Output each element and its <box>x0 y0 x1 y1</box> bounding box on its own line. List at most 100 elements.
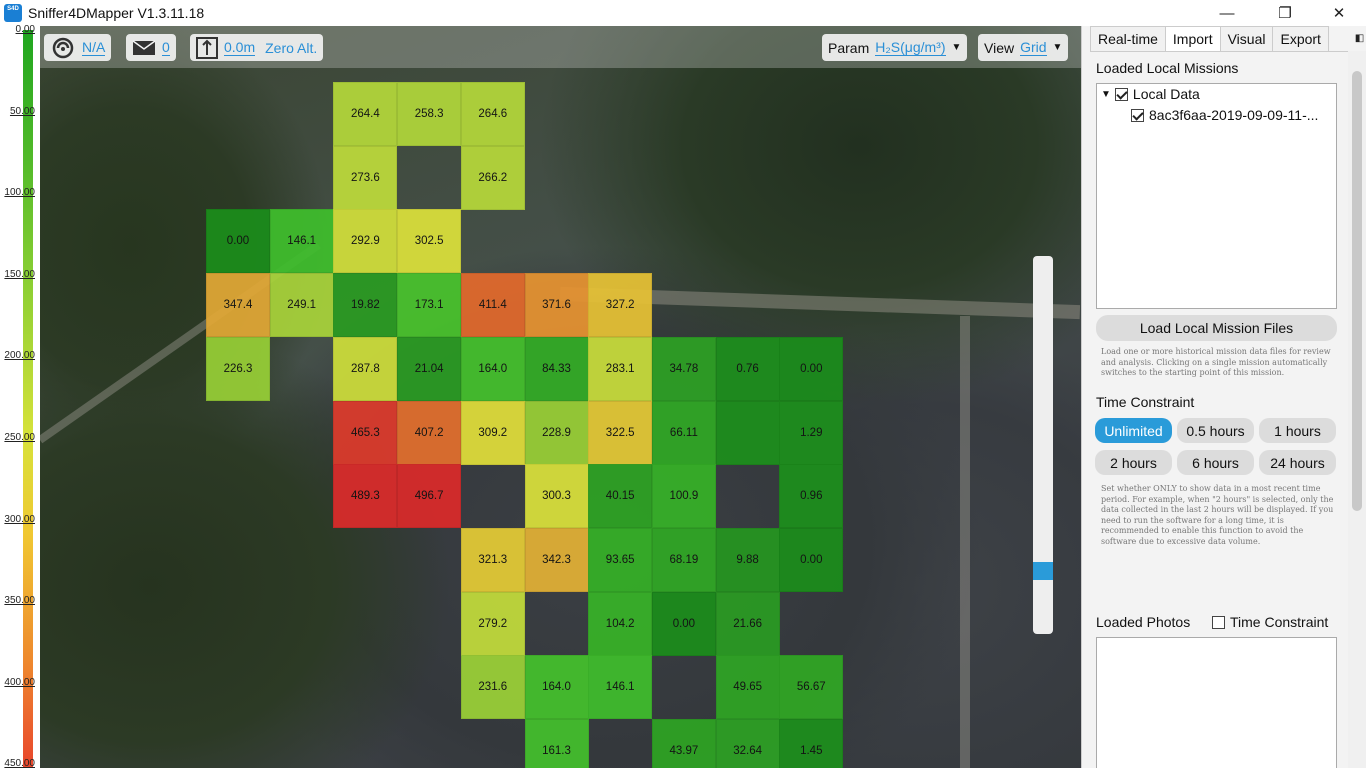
load-mission-button[interactable]: Load Local Mission Files <box>1096 315 1337 341</box>
grid-cell[interactable]: 146.1 <box>269 209 334 274</box>
grid-cell[interactable]: 273.6 <box>333 145 398 210</box>
missions-tree[interactable]: ▼ Local Data 8ac3f6aa-2019-09-09-11-... <box>1096 83 1337 309</box>
grid-cell[interactable]: 40.15 <box>588 464 653 529</box>
time-button[interactable]: 6 hours <box>1177 450 1254 475</box>
grid-cell[interactable]: 407.2 <box>397 400 462 465</box>
grid-cell[interactable]: 228.9 <box>524 400 589 465</box>
grid-cell[interactable]: 283.1 <box>588 336 653 401</box>
grid-cell[interactable]: 34.78 <box>651 336 716 401</box>
tab-scroll-button[interactable]: ◧ <box>1352 26 1366 51</box>
grid-cell[interactable]: 226.3 <box>206 336 270 401</box>
grid-cell[interactable]: 66.11 <box>651 400 716 465</box>
tab-visual[interactable]: Visual <box>1219 26 1274 51</box>
title-bar: S4D Sniffer4DMapper V1.3.11.18 — ❐ ✕ <box>0 0 1366 26</box>
panel-scrollbar-thumb[interactable] <box>1352 71 1362 511</box>
zoom-slider[interactable] <box>1033 256 1053 634</box>
message-indicator[interactable]: 0 <box>126 34 176 61</box>
minimize-button[interactable]: — <box>1204 0 1250 26</box>
grid-cell[interactable]: 0.00 <box>779 336 844 401</box>
grid-cell[interactable]: 164.0 <box>524 655 589 720</box>
grid-cell[interactable]: 264.6 <box>460 82 525 146</box>
zoom-slider-handle[interactable] <box>1033 562 1053 580</box>
grid-cell[interactable]: 266.2 <box>460 145 525 210</box>
grid-cell[interactable]: 300.3 <box>524 464 589 529</box>
grid-cell[interactable]: 49.65 <box>715 655 780 720</box>
local-data-checkbox[interactable] <box>1114 87 1128 101</box>
grid-cell[interactable]: 327.2 <box>588 273 653 338</box>
grid-cell[interactable]: 43.97 <box>651 719 716 768</box>
time-button[interactable]: 2 hours <box>1095 450 1172 475</box>
grid-cell[interactable]: 68.19 <box>651 527 716 592</box>
grid-cell[interactable]: 322.5 <box>588 400 653 465</box>
grid-cell[interactable]: 21.66 <box>715 591 780 656</box>
grid-cell[interactable]: 0.00 <box>206 209 270 274</box>
grid-cell[interactable]: 347.4 <box>206 273 270 338</box>
time-constraint-title: Time Constraint <box>1096 394 1195 410</box>
grid-cell[interactable]: 32.64 <box>715 719 780 768</box>
grid-cell[interactable]: 371.6 <box>524 273 589 338</box>
grid-cell[interactable]: 321.3 <box>460 527 525 592</box>
chevron-down-icon[interactable]: ▼ <box>1101 89 1111 100</box>
grid-cell[interactable]: 1.29 <box>779 400 844 465</box>
grid-cell[interactable]: 0.00 <box>651 591 716 656</box>
altitude-value: 0.0m <box>224 39 256 56</box>
grid-cell[interactable]: 164.0 <box>460 336 525 401</box>
view-select[interactable]: View Grid ▼ <box>978 34 1069 61</box>
grid-cell[interactable] <box>715 400 780 465</box>
grid-cell[interactable]: 173.1 <box>397 273 462 338</box>
maximize-button[interactable]: ❐ <box>1262 0 1308 26</box>
close-button[interactable]: ✕ <box>1316 0 1362 26</box>
grid-cell[interactable]: 0.76 <box>715 336 780 401</box>
grid-cell[interactable]: 302.5 <box>397 209 462 274</box>
tree-child[interactable]: 8ac3f6aa-2019-09-09-11-... <box>1131 107 1318 123</box>
signal-indicator[interactable]: N/A <box>44 34 112 61</box>
panel-scrollbar[interactable] <box>1348 51 1366 768</box>
tab-real-time[interactable]: Real-time <box>1090 26 1166 51</box>
time-button[interactable]: Unlimited <box>1095 418 1172 443</box>
grid-cell[interactable]: 93.65 <box>588 527 653 592</box>
zero-alt-button[interactable]: Zero Alt. <box>265 40 317 56</box>
photos-list[interactable] <box>1096 637 1337 768</box>
tab-import[interactable]: Import <box>1164 26 1221 51</box>
grid-cell[interactable]: 1.45 <box>779 719 844 768</box>
grid-cell[interactable]: 258.3 <box>397 82 462 146</box>
grid-cell[interactable]: 231.6 <box>460 655 525 720</box>
grid-cell[interactable]: 489.3 <box>333 464 398 529</box>
photos-time-constraint[interactable]: Time Constraint <box>1212 614 1328 630</box>
chevron-down-icon: ▼ <box>951 42 962 53</box>
grid-cell[interactable]: 19.82 <box>333 273 398 338</box>
grid-cell[interactable]: 104.2 <box>588 591 653 656</box>
grid-cell[interactable]: 292.9 <box>333 209 398 274</box>
grid-cell[interactable]: 56.67 <box>779 655 844 720</box>
time-button[interactable]: 0.5 hours <box>1177 418 1254 443</box>
chevron-down-icon: ▼ <box>1052 42 1063 53</box>
grid-cell[interactable]: 279.2 <box>460 591 525 656</box>
map-view[interactable]: 264.4 258.3 264.6 273.6 266.2 0.00 146.1 292.9 3… <box>40 26 1081 768</box>
time-button[interactable]: 1 hours <box>1259 418 1336 443</box>
scale-tick: 300.00 <box>4 513 35 525</box>
time-button[interactable]: 24 hours <box>1259 450 1336 475</box>
grid-cell[interactable]: 0.96 <box>779 464 844 529</box>
tab-export[interactable]: Export <box>1272 26 1329 51</box>
grid-cell[interactable]: 0.00 <box>779 527 844 592</box>
grid-cell[interactable]: 100.9 <box>651 464 716 529</box>
grid-cell[interactable]: 9.88 <box>715 527 780 592</box>
photos-time-checkbox[interactable] <box>1212 615 1225 629</box>
tree-root[interactable]: ▼ Local Data <box>1101 86 1200 102</box>
grid-cell[interactable]: 309.2 <box>460 400 525 465</box>
grid-cell[interactable]: 342.3 <box>524 527 589 592</box>
grid-cell[interactable]: 84.33 <box>524 336 589 401</box>
grid-cell[interactable]: 21.04 <box>397 336 462 401</box>
grid-cell[interactable]: 264.4 <box>333 82 398 146</box>
grid-cell[interactable]: 496.7 <box>397 464 462 529</box>
param-select[interactable]: Param H₂S(μg/m³) ▼ <box>822 34 968 61</box>
grid-cell[interactable]: 146.1 <box>588 655 653 720</box>
mission-checkbox[interactable] <box>1131 108 1144 122</box>
grid-cell[interactable]: 249.1 <box>269 273 334 338</box>
grid-cell[interactable]: 161.3 <box>524 719 589 768</box>
grid-cell[interactable]: 465.3 <box>333 400 398 465</box>
grid-cell[interactable]: 287.8 <box>333 336 398 401</box>
grid-cell[interactable]: 411.4 <box>460 273 525 338</box>
window-title: Sniffer4DMapper V1.3.11.18 <box>28 5 205 21</box>
altitude-indicator[interactable]: 0.0m Zero Alt. <box>190 34 324 61</box>
